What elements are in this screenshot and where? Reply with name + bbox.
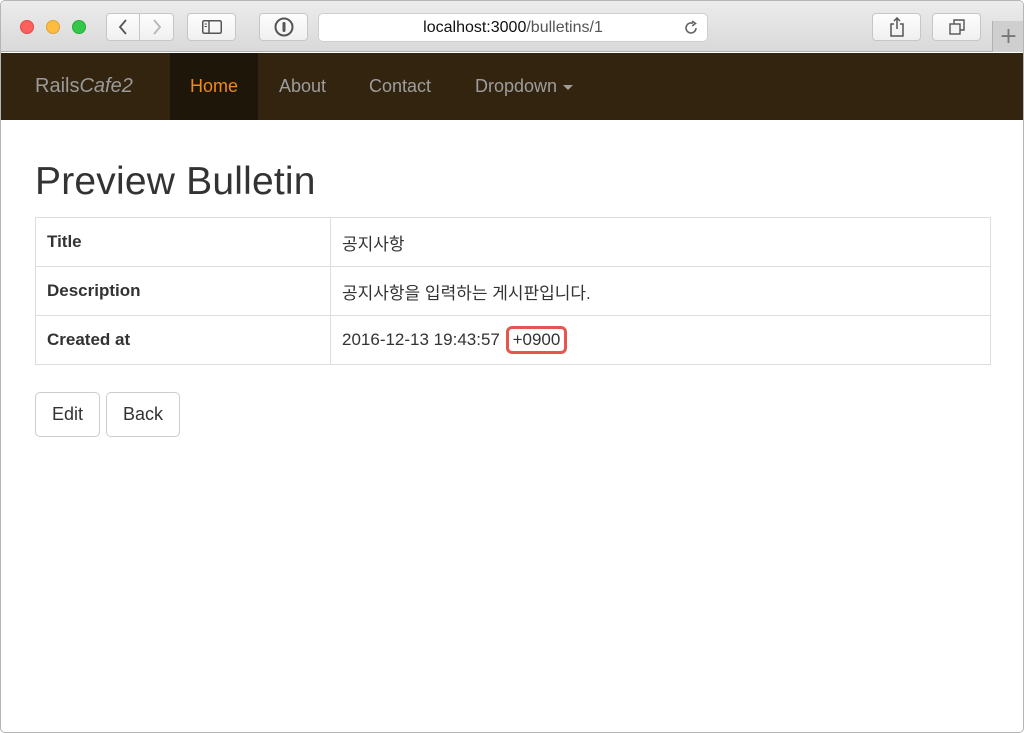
password-icon xyxy=(274,17,293,37)
site-navbar: RailsCafe2 Home About Contact Dropdown xyxy=(1,53,1023,120)
nav-item-label: Home xyxy=(190,76,239,96)
nav-item-dropdown[interactable]: Dropdown xyxy=(455,53,593,120)
table-row: Created at 2016-12-13 19:43:57 +0900 xyxy=(35,315,991,365)
forward-nav-button[interactable] xyxy=(140,13,174,41)
brand-plain: Rails xyxy=(35,75,80,97)
edit-button[interactable]: Edit xyxy=(35,392,101,437)
table-row: Title 공지사항 xyxy=(35,217,991,267)
row-label: Created at xyxy=(35,315,331,365)
row-label: Description xyxy=(35,266,331,316)
back-button[interactable]: Back xyxy=(106,392,181,437)
nav-item-about[interactable]: About xyxy=(259,53,346,120)
nav-item-label: About xyxy=(279,76,327,96)
row-label: Title xyxy=(35,217,331,267)
tabs-overview-button[interactable] xyxy=(932,13,981,41)
row-value: 2016-12-13 19:43:57 +0900 xyxy=(330,315,991,365)
timezone-highlight-annotation: +0900 xyxy=(505,325,568,355)
nav-item-contact[interactable]: Contact xyxy=(349,53,451,120)
browser-window: localhost:3000/bulletins/1 + RailsCafe2 … xyxy=(0,0,1024,733)
main-content: Preview Bulletin Title 공지사항 Description … xyxy=(35,120,991,437)
nav-item-label: Dropdown xyxy=(475,76,558,96)
close-window-button[interactable] xyxy=(20,20,34,34)
created-at-timestamp: 2016-12-13 19:43:57 xyxy=(342,329,500,349)
history-nav xyxy=(106,13,174,41)
row-value: 공지사항을 입력하는 게시판입니다. xyxy=(330,266,991,316)
browser-toolbar: localhost:3000/bulletins/1 + xyxy=(1,1,1023,52)
sidebar-icon xyxy=(201,20,222,34)
page-title: Preview Bulletin xyxy=(35,160,316,203)
sidebar-toggle-button[interactable] xyxy=(187,13,236,41)
new-tab-button[interactable]: + xyxy=(992,21,1023,52)
brand-link[interactable]: RailsCafe2 xyxy=(35,53,133,120)
tabs-icon xyxy=(948,19,965,35)
action-buttons: Edit Back xyxy=(35,392,991,437)
address-bar[interactable]: localhost:3000/bulletins/1 xyxy=(318,13,708,42)
share-icon xyxy=(889,17,904,37)
nav-item-label: Contact xyxy=(369,76,432,96)
reload-icon[interactable] xyxy=(683,20,699,41)
bulletin-details-table: Title 공지사항 Description 공지사항을 입력하는 게시판입니다… xyxy=(35,217,991,365)
back-nav-button[interactable] xyxy=(106,13,140,41)
password-manager-button[interactable] xyxy=(259,13,308,41)
minimize-window-button[interactable] xyxy=(46,20,60,34)
url-path: /bulletins/1 xyxy=(526,18,603,36)
row-value: 공지사항 xyxy=(330,217,991,267)
table-row: Description 공지사항을 입력하는 게시판입니다. xyxy=(35,266,991,316)
chevron-left-icon xyxy=(118,19,127,35)
chevron-right-icon xyxy=(152,19,161,35)
brand-italic: Cafe2 xyxy=(79,75,133,97)
nav-item-home[interactable]: Home xyxy=(170,53,259,120)
url-host: localhost:3000 xyxy=(423,18,527,36)
caret-down-icon xyxy=(563,84,574,90)
share-button[interactable] xyxy=(872,13,921,41)
zoom-window-button[interactable] xyxy=(72,20,86,34)
